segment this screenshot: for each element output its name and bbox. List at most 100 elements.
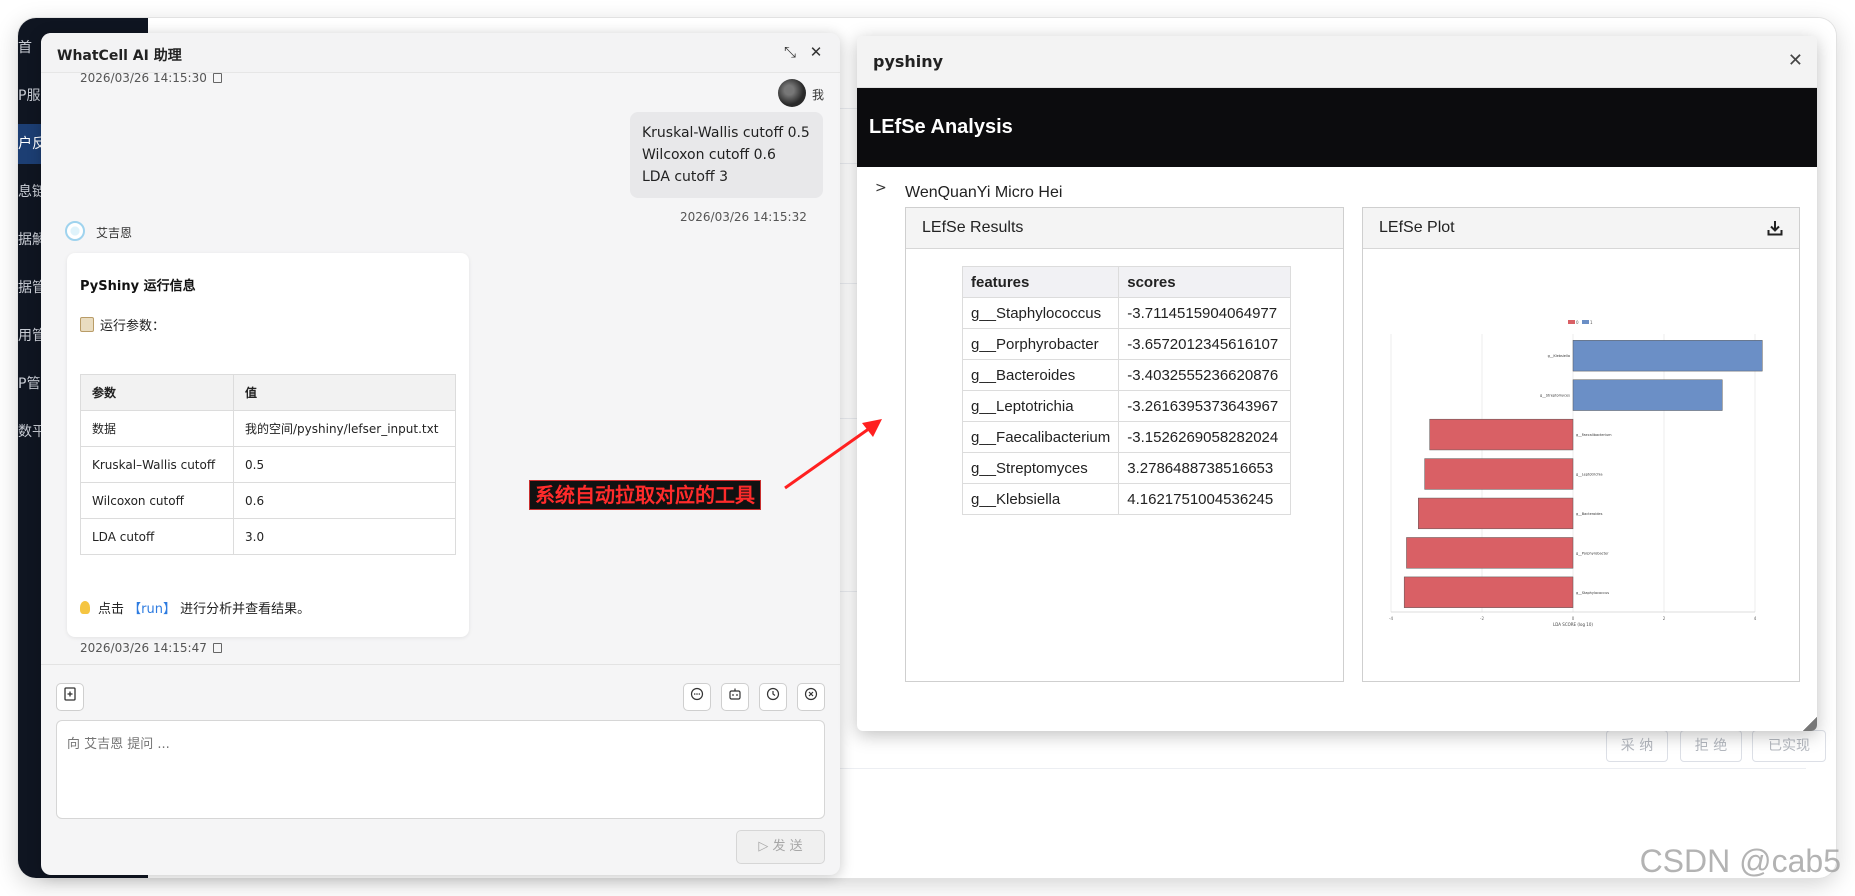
file-plus-icon (64, 687, 76, 701)
feature-cell: g__Staphylococcus (961, 297, 1120, 329)
copy-icon[interactable] (212, 643, 222, 653)
divider (41, 664, 840, 665)
table-row: g__Klebsiella 4.1621751004536245 (961, 483, 1292, 515)
bar (1572, 379, 1723, 411)
close-icon[interactable]: ✕ (807, 43, 825, 61)
user-name: 我 (812, 88, 825, 102)
user-message-timestamp: 2026/03/26 14:15:32 (680, 210, 807, 224)
bar-label: g__Leptotrichia (1576, 473, 1603, 477)
accept-button[interactable]: 采 纳 (1606, 730, 1668, 762)
legend-swatch (1568, 320, 1575, 324)
banner-title: LEfSe Analysis (869, 116, 1013, 138)
param-name: LDA cutoff (80, 518, 234, 555)
score-cell: 4.1621751004536245 (1118, 483, 1292, 515)
pyshiny-modal: pyshiny ✕ LEfSe Analysis > WenQuanYi Mic… (857, 36, 1817, 731)
reject-button[interactable]: 拒 绝 (1680, 730, 1742, 762)
feature-cell: g__Streptomyces (961, 452, 1120, 484)
message-line: Kruskal-Wallis cutoff 0.5 (642, 125, 810, 141)
results-table: features scores g__Staphylococcus -3.7114… (961, 266, 1292, 515)
watermark: CSDN @cab5 (1639, 843, 1841, 879)
message-line: Wilcoxon cutoff 0.6 (642, 147, 776, 163)
bar-label: g__Bacteroides (1576, 512, 1603, 516)
bar-label: g__Faecalibacterium (1576, 433, 1612, 437)
param-name: Wilcoxon cutoff (80, 482, 234, 519)
collapse-icon[interactable]: ⤡ (781, 43, 799, 61)
table-header: 参数 (80, 374, 234, 411)
feature-cell: g__Faecalibacterium (961, 421, 1120, 453)
bar (1572, 340, 1763, 372)
table-row: g__Porphyrobacter -3.6572012345616107 (961, 328, 1292, 360)
table-row: LDA cutoff 3.0 (80, 518, 456, 555)
param-value: 3.0 (233, 518, 456, 555)
table-header: 值 (233, 374, 456, 411)
score-cell: -3.6572012345616107 (1118, 328, 1292, 360)
avatar (778, 79, 806, 107)
bot-avatar (65, 221, 85, 241)
x-tick-label: 0 (1572, 616, 1575, 621)
bar (1429, 418, 1574, 451)
close-icon[interactable]: ✕ (1788, 50, 1803, 72)
bar (1424, 458, 1574, 490)
chat-input[interactable] (56, 720, 825, 819)
bot-message-timestamp: 2026/03/26 14:15:47 (80, 641, 222, 655)
feature-cell: g__Bacteroides (961, 359, 1120, 391)
feature-cell: g__Klebsiella (961, 483, 1120, 515)
chat-bubble-icon (690, 687, 704, 701)
score-cell: -3.7114515904064977 (1118, 297, 1292, 329)
message-line: LDA cutoff 3 (642, 169, 728, 185)
results-panel-title: LEfSe Results (906, 208, 1343, 249)
bar-label: g__Staphylococcus (1576, 591, 1609, 595)
param-name: 数据 (80, 410, 234, 447)
table-row: 数据 我的空间/pyshiny/lefser_input.txt (80, 410, 456, 447)
x-tick-label: 4 (1754, 616, 1757, 621)
copy-icon[interactable] (212, 73, 222, 83)
bar (1406, 537, 1574, 569)
lefse-bar-chart: 0 1 -4 -2 0 2 4 LDA SCORE (log 10) g__Klebsiella… (1389, 320, 1763, 627)
resize-handle[interactable] (1803, 717, 1817, 731)
app-banner: LEfSe Analysis (857, 88, 1817, 167)
table-row: g__Bacteroides -3.4032555236620876 (961, 359, 1292, 391)
score-cell: -3.1526269058282024 (1118, 421, 1292, 453)
robot-button[interactable] (721, 683, 749, 711)
implemented-button[interactable]: 已实现 (1752, 730, 1826, 762)
score-cell: -3.4032555236620876 (1118, 359, 1292, 391)
param-value: 我的空间/pyshiny/lefser_input.txt (233, 410, 456, 447)
table-row: Kruskal–Wallis cutoff 0.5 (80, 446, 456, 483)
param-name: Kruskal–Wallis cutoff (80, 446, 234, 483)
chat-bubble-button[interactable] (683, 683, 711, 711)
table-header: scores (1118, 266, 1292, 298)
card-title: PyShiny 运行信息 (80, 279, 196, 294)
bar (1403, 576, 1574, 608)
bar-label: g__Streptomyces (1540, 394, 1570, 398)
annotation-label: 系统自动拉取对应的工具 (529, 480, 761, 510)
x-tick-label: -2 (1480, 616, 1484, 621)
close-circle-icon (804, 687, 818, 701)
chevron-right-icon[interactable]: > (875, 180, 887, 196)
table-row: g__Staphylococcus -3.7114515904064977 (961, 297, 1292, 329)
lightbulb-icon (80, 601, 90, 614)
bar (1418, 497, 1574, 530)
x-tick-label: -4 (1389, 616, 1393, 621)
history-button[interactable] (759, 683, 787, 711)
send-button[interactable]: ▷ 发 送 (736, 830, 825, 864)
attach-file-button[interactable] (56, 683, 84, 711)
chat-header: WhatCell AI 助理 ⤡ ✕ (41, 33, 840, 73)
plot-panel: LEfSe Plot 0 1 -4 -2 0 2 4 LDA SCORE (log 10) g_… (1362, 207, 1800, 682)
parameter-table: 参数 值 数据 我的空间/pyshiny/lefser_input.txt Kru… (80, 374, 456, 555)
plot-panel-title: LEfSe Plot (1363, 208, 1799, 249)
chat-title: WhatCell AI 助理 (57, 48, 182, 64)
legend-label: 0 (1576, 320, 1579, 325)
legend-swatch (1582, 320, 1589, 324)
score-cell: 3.2786488738516653 (1118, 452, 1292, 484)
run-link[interactable]: 【run】 (128, 602, 176, 617)
table-row: Wilcoxon cutoff 0.6 (80, 482, 456, 519)
download-icon[interactable] (1767, 220, 1783, 236)
table-row: g__Faecalibacterium -3.1526269058282024 (961, 421, 1292, 453)
notebook-icon (80, 317, 94, 332)
results-panel: LEfSe Results features scores g__Staphyl… (905, 207, 1344, 682)
score-cell: -3.2616395373643967 (1118, 390, 1292, 422)
param-value: 0.6 (233, 482, 456, 519)
clear-button[interactable] (797, 683, 825, 711)
bar-label: g__Porphyrobacter (1576, 551, 1609, 555)
bot-name: 艾吉恩 (96, 226, 133, 240)
